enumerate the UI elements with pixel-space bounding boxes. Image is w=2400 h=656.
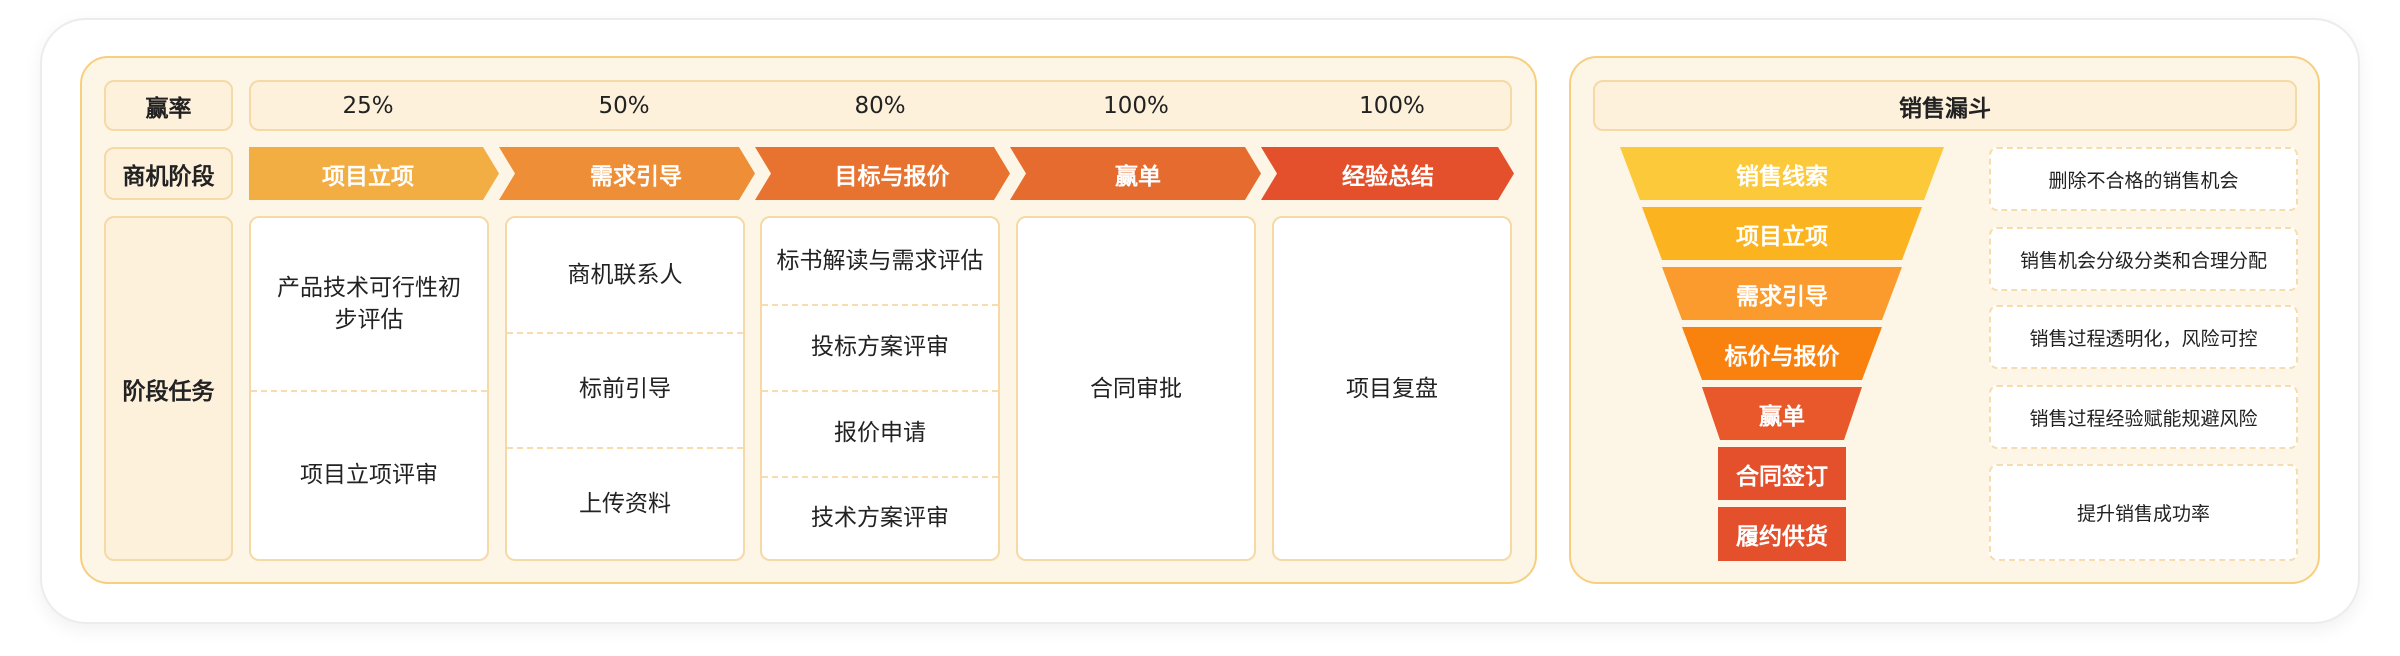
task-column-demand-guidance: 商机联系人 标前引导 上传资料	[505, 216, 745, 561]
task-column-target-quote: 标书解读与需求评估 投标方案评审 报价申请 技术方案评审	[760, 216, 1000, 561]
task-column-win: 合同审批	[1016, 216, 1256, 561]
task-item: 项目立项评审	[300, 462, 438, 489]
win-rate-value: 80%	[854, 92, 906, 119]
stage-name: 需求引导	[590, 163, 682, 190]
funnel-level-label: 标价与报价	[1724, 343, 1840, 370]
stage-name: 目标与报价	[834, 163, 950, 190]
win-rate-value: 100%	[1103, 92, 1169, 119]
task-column-summary: 项目复盘	[1272, 216, 1512, 561]
funnel-description: 销售过程经验赋能规避风险	[1989, 385, 2298, 449]
win-rate-value: 100%	[1359, 92, 1425, 119]
funnel-description: 销售机会分级分类和合理分配	[1989, 227, 2298, 291]
win-rate-value: 50%	[598, 92, 650, 119]
funnel-level-label: 履约供货	[1736, 524, 1828, 550]
stage-name: 项目立项	[322, 163, 414, 190]
win-rate-value: 25%	[342, 92, 394, 119]
task-item: 标书解读与需求评估	[776, 247, 984, 274]
task-item: 报价申请	[834, 419, 926, 446]
stage-name: 赢单	[1115, 163, 1161, 190]
task-item: 项目复盘	[1346, 376, 1438, 403]
task-item: 合同审批	[1090, 376, 1182, 403]
task-item: 技术方案评审	[811, 505, 949, 532]
funnel-level-label: 销售线索	[1736, 163, 1828, 190]
funnel-level-label: 项目立项	[1736, 223, 1828, 250]
task-item: 投标方案评审	[811, 333, 949, 360]
funnel-level-label: 赢单	[1759, 403, 1805, 430]
task-item: 产品技术可行性初步评估	[277, 274, 461, 333]
task-item: 上传资料	[579, 490, 671, 517]
task-item: 标前引导	[579, 376, 671, 403]
funnel-description: 删除不合格的销售机会	[1989, 147, 2298, 211]
funnel-description: 销售过程透明化，风险可控	[1989, 305, 2298, 369]
task-label: 阶段任务	[104, 216, 233, 561]
funnel-level-label: 需求引导	[1736, 283, 1828, 310]
win-rate-label: 赢率	[104, 80, 233, 131]
task-column-project-setup: 产品技术可行性初步评估 项目立项评审	[249, 216, 489, 561]
task-item: 商机联系人	[567, 261, 683, 288]
funnel-level-label: 合同签订	[1736, 463, 1828, 490]
funnel-description: 提升销售成功率	[1989, 464, 2298, 561]
funnel-title: 销售漏斗	[1593, 80, 2297, 131]
stage-label: 商机阶段	[104, 147, 233, 200]
stage-name: 经验总结	[1342, 163, 1434, 190]
